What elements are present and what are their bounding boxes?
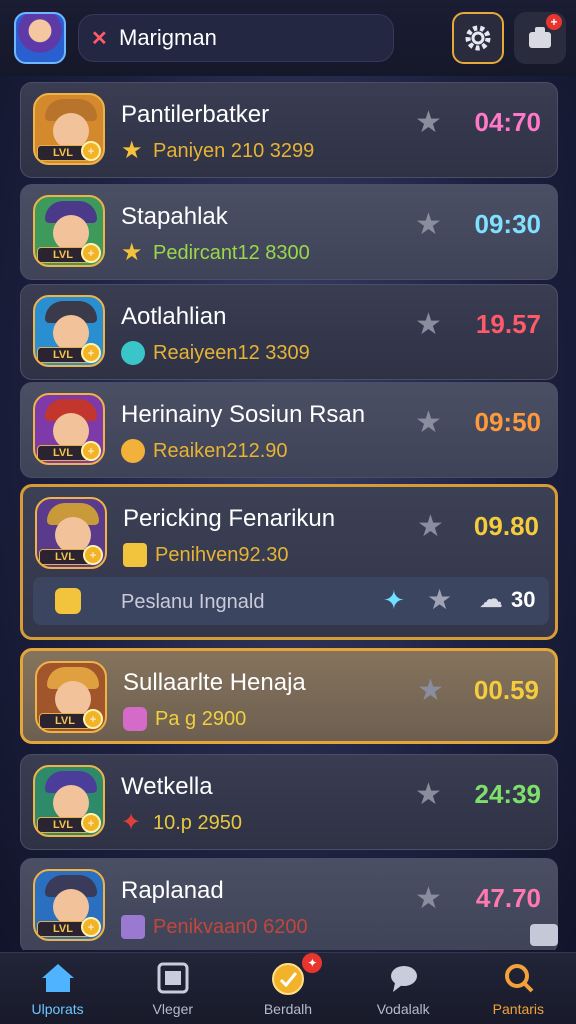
nav-label: Vodalalk [376,1001,430,1017]
player-name: Raplanad [121,877,224,904]
player-name: Aotlahlian [121,303,227,330]
nav-label: Pantaris [492,1001,545,1017]
chat-icon [390,966,417,992]
coin-icon [121,439,145,463]
favorite-star-icon[interactable]: ★ [415,405,442,440]
cloud-icon: ☁ [479,586,503,613]
favorite-star-icon[interactable]: ★ [415,881,442,916]
player-stats: Reaiken212.90 [121,439,288,463]
avatar: LVL + [35,661,107,733]
nav-item-social[interactable]: Vodalalk [346,953,461,1024]
list-item[interactable]: LVL + Aotlahlian Reaiyeen12 3309 ★ 19.57 [20,284,558,380]
notification-badge: + [546,14,562,30]
player-stats: Reaiyeen12 3309 [121,341,310,365]
nav-item-viewer[interactable]: Vleger [115,953,230,1024]
player-name: Sullaarlte Henaja [123,669,306,696]
detail-text: Peslanu Ingnald [121,591,265,613]
star-icon: ★ [121,239,143,266]
time-label: 24:39 [474,779,542,809]
time-label: 47.70 [475,883,541,913]
favorite-star-icon[interactable]: ★ [415,307,442,342]
settings-button[interactable] [452,12,504,64]
list-item-expanded[interactable]: LVL + Pericking Fenarikun Penihven92.30 … [20,484,558,640]
coin-icon: + [83,545,103,565]
top-bar: ✕ Marigman + [0,0,576,76]
player-stats: ✦ 10.p 2950 [121,809,242,836]
player-name: Stapahlak [121,203,228,230]
favorite-star-icon[interactable]: ★ [415,207,442,242]
player-name: Pantilerbatker [121,101,270,128]
avatar: LVL + [33,869,105,941]
list-item[interactable]: LVL + Stapahlak ★ Pedircant12 8300 ★ 09:… [20,184,558,280]
nav-label: Vleger [152,1001,194,1017]
bottom-navigation: Ulporats Vleger ✦ Berdalh Vodalalk Panta… [0,952,576,1024]
notification-badge-icon: ✦ [302,953,323,973]
nav-item-home[interactable]: Ulporats [0,953,115,1024]
star-icon: ✦ [121,809,142,836]
scrollbar-thumb[interactable] [530,924,558,946]
player-stats: ★ Paniyen 210 3299 [121,137,315,164]
player-name: Wetkella [121,773,213,800]
coin-icon: + [81,243,101,263]
player-name: Herinainy Sosiun Rsan [121,401,366,428]
list-item[interactable]: LVL + Pantilerbatker ★ Paniyen 210 3299 … [20,82,558,178]
favorite-star-icon[interactable]: ★ [415,777,442,812]
search-text: Marigman [119,25,217,50]
gallery-icon [157,962,189,994]
close-icon[interactable]: ✕ [91,26,113,51]
time-label: 00.59 [473,675,539,705]
time-label: 09:30 [474,209,542,239]
crown-icon [123,543,147,567]
player-stats: Penihven92.30 [123,543,288,567]
avatar: LVL + [33,295,105,367]
card-icon [121,915,145,939]
list-item[interactable]: LVL + Wetkella ✦ 10.p 2950 ★ 24:39 [20,754,558,850]
avatar: LVL + [33,195,105,267]
favorite-star-icon[interactable]: ★ [417,509,444,544]
nav-label: Berdalh [263,1001,313,1017]
coin-icon: + [83,709,103,729]
coin-icon: + [81,141,101,161]
favorite-star-icon[interactable]: ★ [415,105,442,140]
home-icon [42,964,74,992]
coin-icon: + [81,343,101,363]
coin-icon: + [81,917,101,937]
nav-item-rewards[interactable]: ✦ Berdalh [230,953,345,1024]
time-label: 09:50 [474,407,542,437]
gem-icon [123,707,147,731]
search-icon [504,964,534,993]
avatar: LVL + [33,93,105,165]
time-label: 19.57 [475,309,541,339]
list-item[interactable]: LVL + Raplanad Penikvaan0 6200 ★ 47.70 [20,858,558,950]
favorite-star-icon[interactable]: ★ [417,673,444,708]
nav-label: Ulporats [31,1001,84,1017]
player-stats: Penikvaan0 6200 [121,915,308,939]
nav-item-search[interactable]: Pantaris [461,953,576,1024]
list-item[interactable]: LVL + Herinainy Sosiun Rsan Reaiken212.9… [20,382,558,478]
player-stats: Pa g 2900 [123,707,246,731]
sparkle-icon[interactable]: ✦ [383,585,405,616]
time-label: 09.80 [473,511,539,541]
player-name: Pericking Fenarikun [123,505,336,532]
avatar: LVL + [33,393,105,465]
detail-count: 30 [511,587,536,612]
coin-icon: + [81,441,101,461]
star-icon[interactable]: ★ [427,583,452,616]
gear-icon [465,25,491,51]
avatar: LVL + [33,765,105,837]
time-label: 04:70 [474,107,542,137]
list-item-selected[interactable]: LVL + Sullaarlte Henaja Pa g 2900 ★ 00.5… [20,648,558,744]
expanded-details: Peslanu Ingnald ✦ ★ ☁ 30 [33,577,549,625]
inbox-button[interactable]: + [514,12,566,64]
avatar: LVL + [35,497,107,569]
coin-icon: + [81,813,101,833]
player-stats: ★ Pedircant12 8300 [121,239,310,266]
home-icon[interactable] [55,588,81,614]
star-icon: ★ [121,137,143,164]
profile-avatar[interactable] [14,12,66,64]
search-input[interactable]: ✕ Marigman [78,14,394,62]
player-list[interactable]: LVL + Pantilerbatker ★ Paniyen 210 3299 … [18,82,558,950]
gem-icon [121,341,145,365]
